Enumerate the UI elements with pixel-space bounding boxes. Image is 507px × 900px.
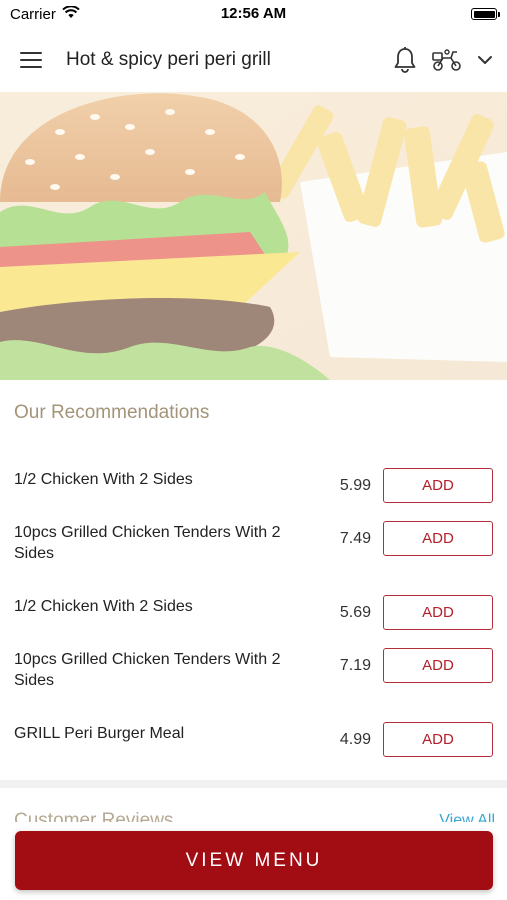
app-bar: Hot & spicy peri peri grill bbox=[0, 28, 507, 92]
hero-burger-image bbox=[0, 92, 507, 380]
add-button[interactable]: ADD bbox=[383, 595, 493, 630]
restaurant-title: Hot & spicy peri peri grill bbox=[66, 49, 271, 70]
hamburger-menu-icon[interactable] bbox=[20, 46, 48, 74]
item-name: 10pcs Grilled Chicken Tenders With 2 Sid… bbox=[14, 651, 281, 689]
item-price: 7.49 bbox=[339, 530, 371, 547]
item-name: 1/2 Chicken With 2 Sides bbox=[14, 471, 193, 488]
item-price: 5.69 bbox=[339, 604, 371, 621]
battery-icon bbox=[471, 8, 500, 20]
item-price: 7.19 bbox=[339, 657, 371, 674]
item-name: 1/2 Chicken With 2 Sides bbox=[14, 598, 193, 615]
item-price: 4.99 bbox=[339, 731, 371, 748]
carrier-label: Carrier bbox=[10, 5, 56, 23]
item-name: 10pcs Grilled Chicken Tenders With 2 Sid… bbox=[14, 524, 281, 562]
section-divider bbox=[0, 780, 507, 788]
status-bar: Carrier 12:56 AM bbox=[0, 0, 507, 28]
view-menu-button[interactable]: VIEW MENU bbox=[15, 831, 493, 890]
delivery-scooter-icon[interactable] bbox=[431, 48, 463, 72]
add-button[interactable]: ADD bbox=[383, 722, 493, 757]
add-button[interactable]: ADD bbox=[383, 521, 493, 556]
recommendations-title: Our Recommendations bbox=[14, 402, 210, 423]
status-left: Carrier bbox=[10, 4, 80, 23]
add-button[interactable]: ADD bbox=[383, 468, 493, 503]
item-price: 5.99 bbox=[339, 477, 371, 494]
wifi-icon bbox=[62, 4, 80, 23]
chevron-down-icon[interactable] bbox=[477, 54, 493, 66]
item-name: GRILL Peri Burger Meal bbox=[14, 725, 185, 742]
notification-bell-icon[interactable] bbox=[393, 47, 417, 73]
add-button[interactable]: ADD bbox=[383, 648, 493, 683]
